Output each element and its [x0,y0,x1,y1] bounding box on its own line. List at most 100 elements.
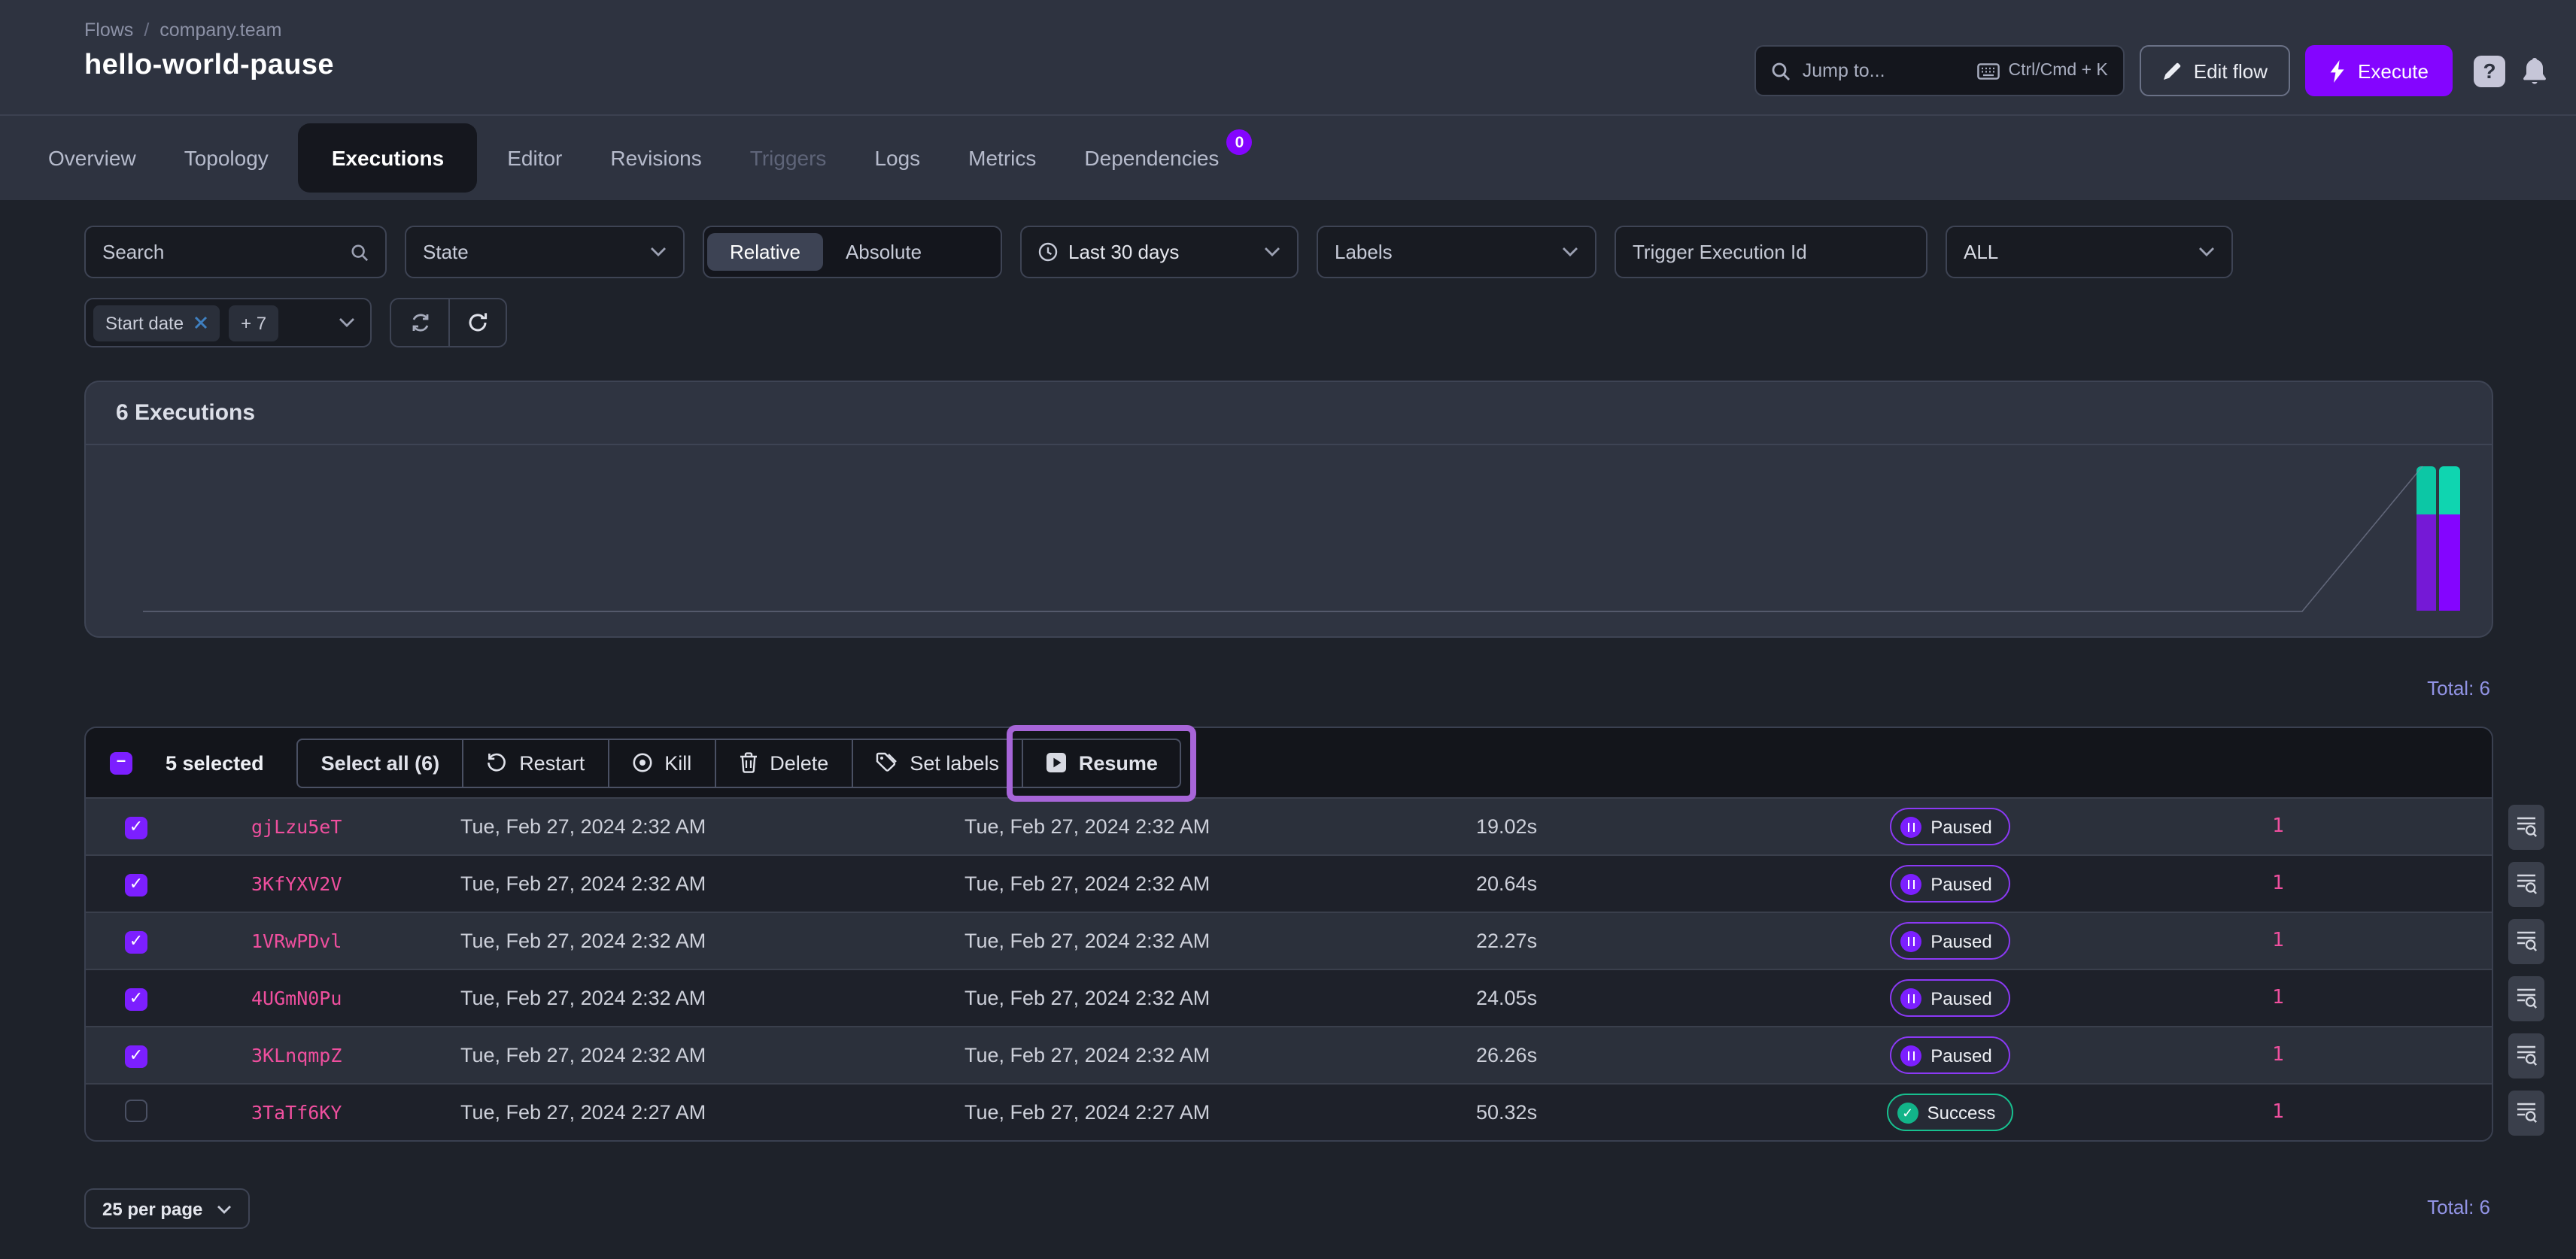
clock-icon [1038,242,1058,262]
log-search-icon[interactable] [2508,975,2544,1021]
log-search-icon[interactable] [2508,1090,2544,1135]
table-row: 4UGmN0Pu Tue, Feb 27, 2024 2:32 AM Tue, … [86,969,2492,1026]
help-icon[interactable]: ? [2474,55,2505,86]
refresh-button[interactable] [448,299,506,346]
row-checkbox[interactable] [125,988,147,1011]
edit-flow-button[interactable]: Edit flow [2140,45,2290,96]
trigger-execution-id-input[interactable] [1633,241,1909,263]
bell-icon[interactable] [2520,55,2549,86]
log-search-icon[interactable] [2508,918,2544,963]
chevron-down-icon [1264,247,1280,257]
duration-cell: 22.27s [1476,930,1852,952]
tab-bar: Overview Topology Executions Editor Revi… [0,114,2576,200]
row-checkbox[interactable] [125,874,147,896]
execute-button[interactable]: Execute [2305,45,2453,96]
restart-icon [486,752,507,773]
tab-overview[interactable]: Overview [30,131,154,185]
table-row: 3TaTf6KY Tue, Feb 27, 2024 2:27 AM Tue, … [86,1083,2492,1140]
tab-executions[interactable]: Executions [299,123,477,193]
tab-revisions[interactable]: Revisions [592,131,719,185]
page-title: hello-world-pause [84,50,334,83]
end-date-cell: Tue, Feb 27, 2024 2:32 AM [964,1044,1476,1066]
execution-id-link[interactable]: 1VRwPDvl [182,930,460,952]
state-icon [1900,873,1921,894]
select-all-button[interactable]: Select all (6) [299,739,463,786]
chevron-down-icon [650,247,667,257]
absolute-toggle-option[interactable]: Absolute [823,233,944,271]
start-date-cell: Tue, Feb 27, 2024 2:32 AM [460,815,964,838]
execution-id-link[interactable]: 4UGmN0Pu [182,987,460,1009]
log-search-icon[interactable] [2508,804,2544,849]
start-date-cell: Tue, Feb 27, 2024 2:32 AM [460,987,964,1009]
date-range-dropdown[interactable]: Last 30 days [1020,226,1299,278]
table-body: gjLzu5eT Tue, Feb 27, 2024 2:32 AM Tue, … [86,797,2492,1140]
filter-bar: State Relative Absolute Last 30 days Lab… [84,226,2233,278]
tab-dependencies[interactable]: Dependencies 0 [1066,131,1237,185]
log-search-icon[interactable] [2508,1033,2544,1078]
trigger-execution-id-field[interactable] [1615,226,1927,278]
tab-topology[interactable]: Topology [166,131,287,185]
execution-id-link[interactable]: gjLzu5eT [182,815,460,838]
per-page-selector[interactable]: 25 per page [84,1188,249,1229]
restart-button[interactable]: Restart [462,739,607,786]
start-date-chip[interactable]: Start date [93,305,220,341]
set-labels-button[interactable]: Set labels [851,739,1022,786]
chevron-down-icon [339,317,355,328]
resume-button[interactable]: Resume [1022,739,1180,786]
duration-cell: 50.32s [1476,1101,1852,1124]
scope-dropdown[interactable]: ALL [1946,226,2233,278]
end-date-cell: Tue, Feb 27, 2024 2:32 AM [964,987,1476,1009]
total-count-top: Total: 6 [2427,677,2490,699]
execution-id-link[interactable]: 3KLnqmpZ [182,1044,460,1066]
state-icon [1897,1102,1918,1123]
tab-metrics[interactable]: Metrics [950,131,1054,185]
more-filters-chip[interactable]: + 7 [229,305,278,341]
delete-button[interactable]: Delete [714,739,851,786]
search-field[interactable] [84,226,387,278]
breadcrumb-namespace[interactable]: company.team [159,20,281,41]
row-checkbox[interactable] [125,1099,147,1121]
start-date-cell: Tue, Feb 27, 2024 2:32 AM [460,1044,964,1066]
duration-cell: 26.26s [1476,1044,1852,1066]
search-icon [351,243,369,261]
breadcrumb-separator: / [144,20,149,41]
end-date-cell: Tue, Feb 27, 2024 2:32 AM [964,930,1476,952]
jump-to-placeholder: Jump to... [1803,60,1965,81]
duration-cell: 19.02s [1476,815,1852,838]
executions-table: 5 selected Select all (6) Restart Kill D… [84,727,2493,1142]
kill-button[interactable]: Kill [607,739,714,786]
log-search-icon[interactable] [2508,861,2544,906]
state-filter-dropdown[interactable]: State [405,226,685,278]
kill-icon [631,752,652,773]
table-row: gjLzu5eT Tue, Feb 27, 2024 2:32 AM Tue, … [86,797,2492,854]
labels-filter-dropdown[interactable]: Labels [1317,226,1596,278]
tab-logs[interactable]: Logs [856,131,938,185]
select-all-checkbox[interactable] [110,751,132,774]
tab-editor[interactable]: Editor [489,131,580,185]
search-icon [1771,61,1791,80]
row-checkbox[interactable] [125,931,147,954]
header-actions: Jump to... Ctrl/Cmd + K Edit flow Execut… [1754,27,2549,114]
jump-to-search[interactable]: Jump to... Ctrl/Cmd + K [1754,45,2125,96]
row-checkbox[interactable] [125,1045,147,1068]
column-filter-dropdown[interactable]: Start date + 7 [84,298,372,347]
revision-count: 1 [2048,1044,2508,1066]
search-input[interactable] [102,241,351,263]
auto-refresh-button[interactable] [391,299,448,346]
execution-id-link[interactable]: 3TaTf6KY [182,1101,460,1124]
close-icon[interactable] [194,316,208,329]
app-window: Flows / company.team hello-world-pause J… [0,0,2576,1259]
chevron-down-icon [216,1204,231,1213]
revision-count: 1 [2048,987,2508,1009]
bulk-actions-bar: 5 selected Select all (6) Restart Kill D… [86,728,2492,797]
execution-id-link[interactable]: 3KfYXV2V [182,872,460,895]
breadcrumb-flows[interactable]: Flows [84,20,133,41]
active-filters-bar: Start date + 7 [84,298,507,347]
relative-toggle-option[interactable]: Relative [707,233,823,271]
start-date-cell: Tue, Feb 27, 2024 2:32 AM [460,872,964,895]
row-checkbox[interactable] [125,817,147,839]
state-badge: Paused [1890,922,2009,960]
end-date-cell: Tue, Feb 27, 2024 2:27 AM [964,1101,1476,1124]
tab-triggers: Triggers [732,131,845,185]
app-header: Flows / company.team hello-world-pause J… [0,0,2576,114]
